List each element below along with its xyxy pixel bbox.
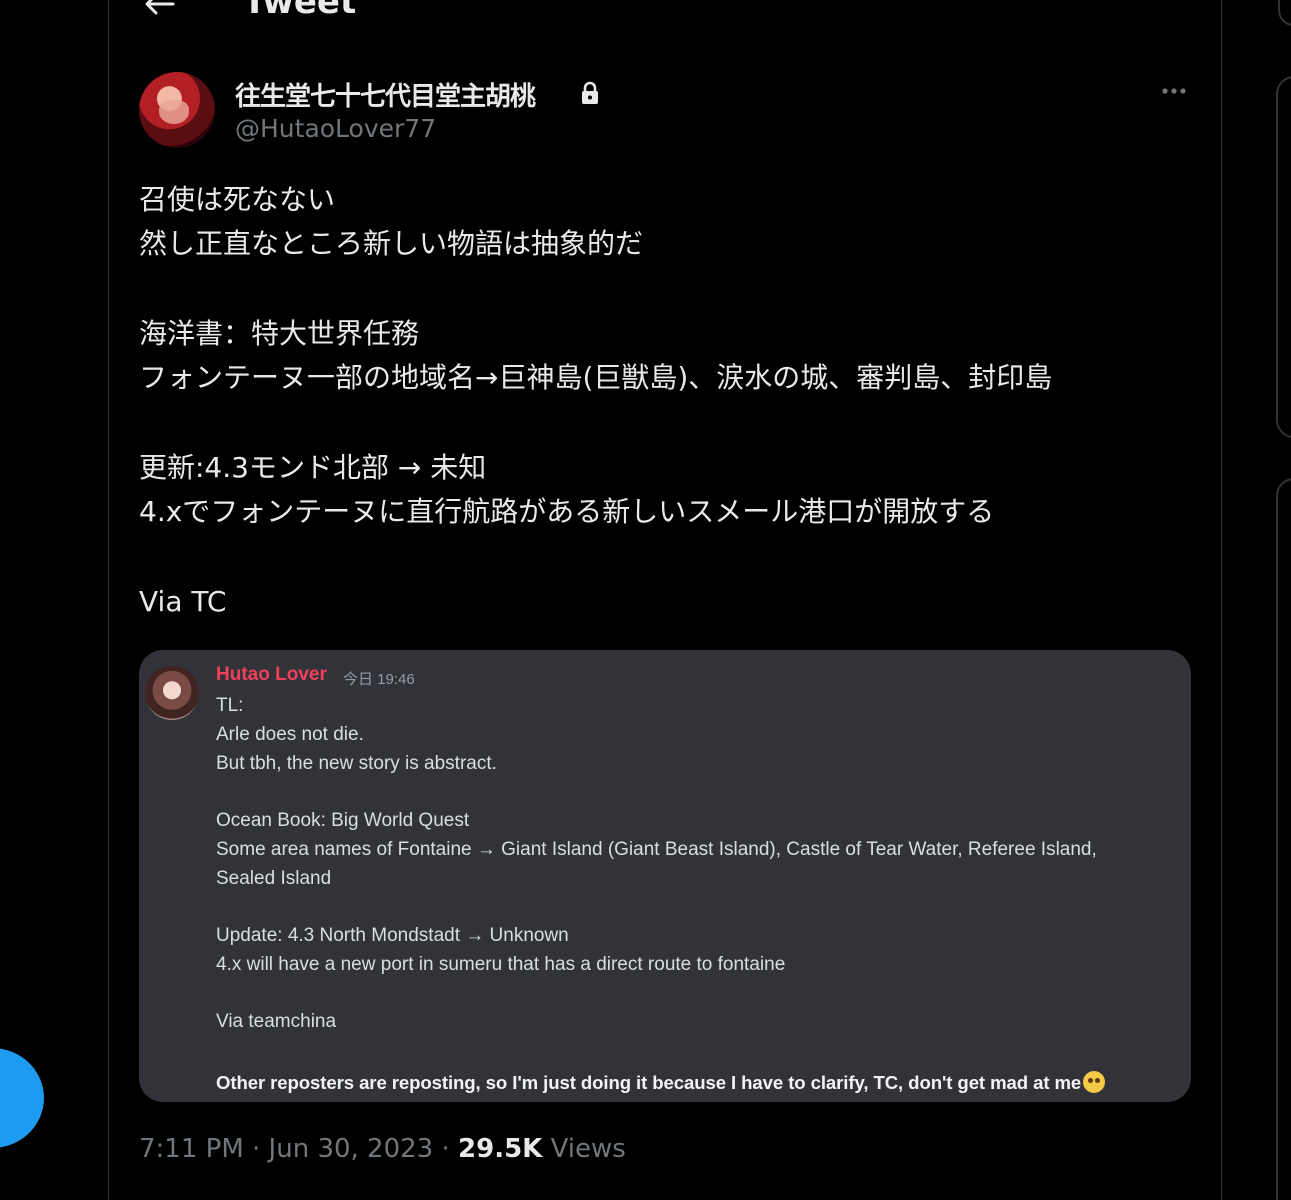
embed-text-line: But tbh, the new story is abstract. bbox=[216, 753, 497, 774]
page-title: Tweet bbox=[243, 0, 357, 22]
author-handle[interactable]: @HutaoLover77 bbox=[235, 114, 436, 143]
views-count: 29.5K bbox=[458, 1134, 543, 1164]
embed-author: Hutao Lover bbox=[216, 664, 327, 685]
embed-timestamp: 今日 19:46 bbox=[343, 671, 415, 688]
tweet-text-line: フォンテーヌ一部の地域名→巨神島(巨獣島)、涙水の城、審判島、封印島 bbox=[139, 361, 1053, 394]
tweet-header: Tweet bbox=[109, 0, 1221, 20]
embed-text-line: TL: bbox=[216, 695, 244, 716]
sidebar-panel bbox=[1276, 76, 1291, 438]
avatar[interactable] bbox=[139, 72, 215, 148]
embed-text-line: Via teamchina bbox=[216, 1011, 337, 1032]
embed-text-line: Ocean Book: Big World Quest bbox=[216, 810, 470, 831]
screen: Tweet 往生堂七十七代目堂主胡桃 @HutaoLover77 召使は死なない… bbox=[0, 0, 1291, 1200]
emoji-icon bbox=[1083, 1071, 1106, 1093]
attached-image[interactable]: Hutao Lover 今日 19:46 TL: Arle does not d… bbox=[139, 650, 1191, 1102]
embed-text-line: Update: 4.3 North Mondstadt → Unknown bbox=[216, 925, 569, 946]
more-icon[interactable] bbox=[1159, 76, 1189, 106]
embed-text-line: 4.x will have a new port in sumeru that … bbox=[216, 954, 786, 975]
embed-text-line-bold: Other reposters are reposting, so I'm ju… bbox=[216, 1071, 1106, 1095]
tweet-text-line: Via TC bbox=[139, 585, 227, 618]
tweet-text-line: 4.xでフォンテーヌに直行航路がある新しいスメール港口が開放する bbox=[139, 495, 995, 528]
embed-bold-text: Other reposters are reposting, so I'm ju… bbox=[216, 1072, 1082, 1093]
views-label: Views bbox=[542, 1134, 626, 1164]
embed-text-line: Some area names of Fontaine → Giant Isla… bbox=[216, 839, 1097, 860]
embed-text-line: Sealed Island bbox=[216, 868, 332, 889]
back-arrow-icon[interactable] bbox=[143, 0, 175, 16]
tweet-text-line: 召使は死なない bbox=[139, 183, 336, 216]
embed-avatar bbox=[145, 666, 199, 720]
sidebar-search-box[interactable] bbox=[1278, 0, 1291, 26]
tweet-text-line: 更新:4.3モンド北部 → 未知 bbox=[139, 451, 487, 484]
sidebar-panel bbox=[1276, 478, 1291, 1200]
lock-icon bbox=[577, 80, 603, 106]
tweet-meta: 7:11 PM · Jun 30, 2023 · 29.5K Views bbox=[139, 1134, 626, 1164]
tweet-column: Tweet 往生堂七十七代目堂主胡桃 @HutaoLover77 召使は死なない… bbox=[108, 0, 1222, 1200]
compose-button[interactable] bbox=[0, 1048, 44, 1148]
display-name[interactable]: 往生堂七十七代目堂主胡桃 bbox=[235, 76, 536, 113]
embed-text-line: Arle does not die. bbox=[216, 724, 364, 745]
tweet-time-date[interactable]: 7:11 PM · Jun 30, 2023 · bbox=[139, 1134, 458, 1164]
tweet-text-line: 然し正直なところ新しい物語は抽象的だ bbox=[139, 227, 644, 260]
tweet-text-line: 海洋書：特大世界任務 bbox=[139, 317, 420, 350]
